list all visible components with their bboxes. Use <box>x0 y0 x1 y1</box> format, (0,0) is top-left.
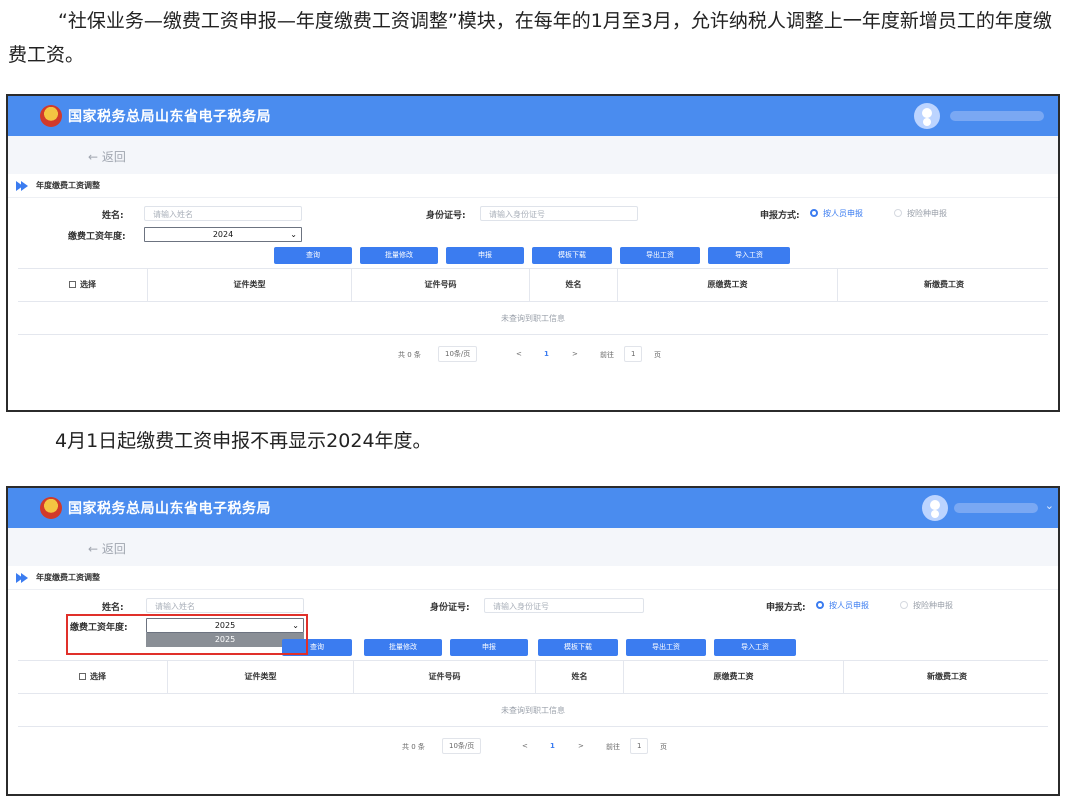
pager-goto-label: 前往 <box>606 743 620 751</box>
back-link[interactable]: ← 返回 <box>88 540 126 557</box>
column-id-number: 证件号码 <box>352 269 530 301</box>
radio-checked-icon <box>810 209 818 217</box>
top-bar: 国家税务总局山东省电子税务局 ⌄ <box>8 488 1058 528</box>
module-bar: 年度缴费工资调整 <box>8 566 1058 590</box>
pager-total: 共 0 条 <box>402 743 425 751</box>
module-title: 年度缴费工资调整 <box>36 181 100 190</box>
pager-page-unit: 页 <box>654 351 661 359</box>
name-label: 姓名: <box>102 211 124 221</box>
table-header: 选择 证件类型 证件号码 姓名 原缴费工资 新缴费工资 <box>18 268 1048 302</box>
report-method-label: 申报方式: <box>766 603 806 613</box>
search-form: 姓名: 请输入姓名 身份证号: 请输入身份证号 申报方式: 按人员申报 按险种申… <box>8 198 1058 268</box>
radio-checked-icon <box>816 601 824 609</box>
brand-title: 国家税务总局山东省电子税务局 <box>68 109 271 125</box>
report-method-label: 申报方式: <box>760 211 800 221</box>
radio-by-insurance-type[interactable]: 按险种申报 <box>894 208 947 219</box>
column-original-wage: 原缴费工资 <box>624 661 844 693</box>
module-title: 年度缴费工资调整 <box>36 573 100 582</box>
pager-total: 共 0 条 <box>398 351 421 359</box>
pager-page-unit: 页 <box>660 743 667 751</box>
radio-unchecked-icon <box>894 209 902 217</box>
radio-by-person[interactable]: 按人员申报 <box>810 208 863 219</box>
screenshot-2: 国家税务总局山东省电子税务局 ⌄ ← 返回 年度缴费工资调整 姓名: 请输入姓名… <box>6 486 1060 796</box>
id-number-input[interactable]: 请输入身份证号 <box>480 206 638 221</box>
pager-prev[interactable]: < <box>522 742 528 750</box>
template-download-button[interactable]: 模板下载 <box>532 247 612 264</box>
id-number-label: 身份证号: <box>426 211 466 221</box>
pager-goto-input[interactable]: 1 <box>630 738 649 754</box>
import-wage-button[interactable]: 导入工资 <box>708 247 790 264</box>
empty-table-message: 未查询到职工信息 <box>18 694 1048 727</box>
pager-goto-label: 前往 <box>600 351 614 359</box>
pager-current[interactable]: 1 <box>550 742 555 750</box>
id-number-label: 身份证号: <box>430 603 470 613</box>
import-wage-button[interactable]: 导入工资 <box>714 639 796 656</box>
column-select[interactable]: 选择 <box>18 269 148 301</box>
query-button[interactable]: 查询 <box>274 247 352 264</box>
declare-button[interactable]: 申报 <box>446 247 524 264</box>
chevron-down-icon[interactable]: ⌄ <box>1045 499 1054 512</box>
column-name: 姓名 <box>530 269 618 301</box>
highlight-box <box>66 614 308 655</box>
module-bar: 年度缴费工资调整 <box>8 174 1058 198</box>
user-name-blurred[interactable] <box>954 503 1038 513</box>
double-arrow-icon <box>16 573 28 583</box>
pager-goto-input[interactable]: 1 <box>624 346 643 362</box>
article-paragraph-1: “社保业务—缴费工资申报—年度缴费工资调整”模块，在每年的1月至3月，允许纳税人… <box>8 10 1052 66</box>
year-select[interactable]: 2024 ⌄ <box>144 227 302 242</box>
tax-bureau-logo-icon <box>40 497 62 519</box>
top-bar: 国家税务总局山东省电子税务局 <box>8 96 1058 136</box>
screenshot-1: 国家税务总局山东省电子税务局 ← 返回 年度缴费工资调整 姓名: 请输入姓名 身… <box>6 94 1060 412</box>
pager-current[interactable]: 1 <box>544 350 549 358</box>
batch-edit-button[interactable]: 批量修改 <box>364 639 442 656</box>
brand-title: 国家税务总局山东省电子税务局 <box>68 501 271 517</box>
search-form: 姓名: 请输入姓名 身份证号: 请输入身份证号 申报方式: 按人员申报 按险种申… <box>8 590 1058 660</box>
radio-unchecked-icon <box>900 601 908 609</box>
radio-by-person[interactable]: 按人员申报 <box>816 600 869 611</box>
checkbox-icon[interactable] <box>69 281 76 288</box>
radio-by-insurance-type[interactable]: 按险种申报 <box>900 600 953 611</box>
pager-prev[interactable]: < <box>516 350 522 358</box>
back-bar: ← 返回 <box>8 528 1058 566</box>
export-wage-button[interactable]: 导出工资 <box>626 639 706 656</box>
export-wage-button[interactable]: 导出工资 <box>620 247 700 264</box>
pager-next[interactable]: > <box>578 742 584 750</box>
pager-size-select[interactable]: 10条/页 <box>442 738 482 754</box>
pager-size-select[interactable]: 10条/页 <box>438 346 478 362</box>
double-arrow-icon <box>16 181 28 191</box>
pagination: 共 0 条 10条/页 < 1 > 前往 1 页 <box>18 727 1048 767</box>
batch-edit-button[interactable]: 批量修改 <box>360 247 438 264</box>
back-link[interactable]: ← 返回 <box>88 148 126 165</box>
column-id-type: 证件类型 <box>168 661 354 693</box>
column-select[interactable]: 选择 <box>18 661 168 693</box>
column-id-type: 证件类型 <box>148 269 352 301</box>
id-number-input[interactable]: 请输入身份证号 <box>484 598 644 613</box>
pager-next[interactable]: > <box>572 350 578 358</box>
user-avatar-icon[interactable] <box>922 495 948 521</box>
article-paragraph-2: 4月1日起缴费工资申报不再显示2024年度。 <box>55 430 432 452</box>
column-new-wage: 新缴费工资 <box>924 280 964 289</box>
name-input[interactable]: 请输入姓名 <box>146 598 304 613</box>
back-bar: ← 返回 <box>8 136 1058 174</box>
chevron-down-icon: ⌄ <box>290 230 297 239</box>
pagination: 共 0 条 10条/页 < 1 > 前往 1 页 <box>18 335 1048 375</box>
year-label: 缴费工资年度: <box>68 232 126 242</box>
column-id-number: 证件号码 <box>354 661 536 693</box>
column-name: 姓名 <box>536 661 624 693</box>
declare-button[interactable]: 申报 <box>450 639 528 656</box>
name-input[interactable]: 请输入姓名 <box>144 206 302 221</box>
tax-bureau-logo-icon <box>40 105 62 127</box>
column-new-wage: 新缴费工资 <box>927 672 967 681</box>
table-header: 选择 证件类型 证件号码 姓名 原缴费工资 新缴费工资 <box>18 660 1048 694</box>
template-download-button[interactable]: 模板下载 <box>538 639 618 656</box>
checkbox-icon[interactable] <box>79 673 86 680</box>
column-original-wage: 原缴费工资 <box>618 269 838 301</box>
user-avatar-icon[interactable] <box>914 103 940 129</box>
name-label: 姓名: <box>102 603 124 613</box>
empty-table-message: 未查询到职工信息 <box>18 302 1048 335</box>
user-name-blurred[interactable] <box>950 111 1044 121</box>
